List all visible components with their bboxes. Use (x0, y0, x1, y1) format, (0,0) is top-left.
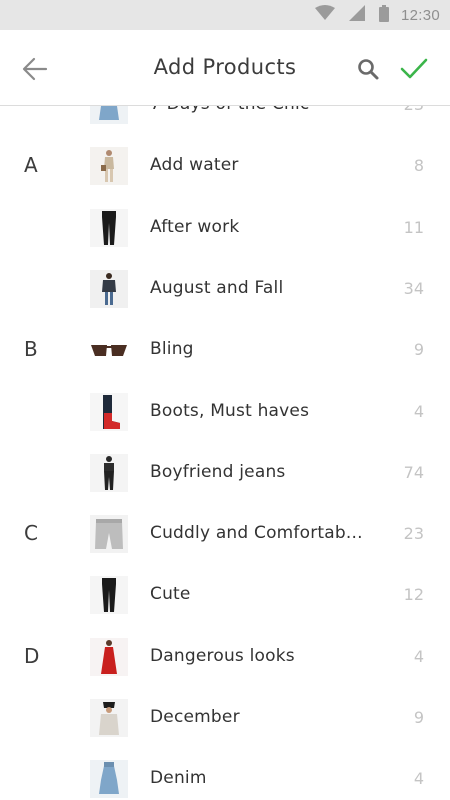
status-time: 12:30 (400, 6, 440, 24)
product-count: 9 (413, 340, 424, 360)
product-count: 8 (413, 156, 424, 176)
product-count: 23 (404, 105, 424, 114)
list-item[interactable]: C Cuddly and Comfortab... 23 (0, 504, 450, 565)
section-letter: A (24, 153, 38, 178)
collection-name: December (150, 707, 240, 727)
product-thumbnail (90, 208, 128, 247)
collection-name: Dangerous looks (150, 645, 295, 666)
signal-icon (348, 5, 365, 25)
list-item[interactable]: B Bling 9 (0, 320, 450, 381)
list-item[interactable]: After work 11 (0, 198, 450, 259)
product-count: 4 (413, 769, 424, 789)
product-count: 34 (403, 278, 424, 298)
product-thumbnail (90, 760, 128, 799)
product-count: 23 (403, 524, 424, 544)
product-thumbnail (90, 637, 128, 676)
list-item[interactable]: August and Fall 34 (0, 259, 450, 320)
product-thumbnail (90, 331, 128, 370)
collection-name: Boots, Must haves (150, 400, 310, 421)
list-item[interactable]: Boots, Must haves 4 (0, 382, 450, 443)
app-bar: Add Products (0, 30, 450, 106)
wifi-icon (314, 5, 335, 25)
status-icons: 12:30 (301, 0, 440, 30)
product-count: 74 (403, 462, 424, 482)
confirm-button[interactable] (398, 54, 430, 84)
product-count: 4 (413, 401, 424, 421)
list-item[interactable]: 7 Days of the Chic 23 (0, 105, 450, 136)
collection-name: Denim (150, 768, 207, 789)
product-thumbnail (90, 699, 128, 737)
product-thumbnail (90, 392, 128, 431)
collection-name: After work (150, 216, 240, 237)
product-thumbnail (90, 269, 128, 308)
section-letter: C (24, 521, 38, 546)
status-bar: 12:30 (0, 0, 450, 30)
section-letter: B (24, 337, 38, 362)
list-item[interactable]: Denim 4 (0, 749, 450, 800)
section-letter: D (24, 643, 40, 668)
list-item[interactable]: Boyfriend jeans 74 (0, 443, 450, 504)
collection-name: 7 Days of the Chic (150, 105, 309, 114)
collection-list[interactable]: 7 Days of the Chic 23 A Add water 8 After wor… (0, 105, 450, 800)
product-thumbnail (90, 576, 128, 615)
collection-name: Bling (150, 339, 194, 360)
battery-icon (378, 4, 389, 26)
search-button[interactable] (356, 57, 382, 83)
list-item[interactable]: D Dangerous looks 4 (0, 627, 450, 688)
product-thumbnail (90, 453, 128, 492)
product-count: 9 (413, 708, 424, 727)
collection-name: Boyfriend jeans (150, 461, 286, 482)
collection-name: Cute (150, 584, 191, 605)
product-count: 12 (403, 585, 424, 605)
collection-name: Cuddly and Comfortab... (150, 523, 363, 544)
list-item[interactable]: December 9 (0, 688, 450, 749)
list-item[interactable]: A Add water 8 (0, 136, 450, 197)
product-thumbnail (90, 147, 128, 186)
product-count: 4 (413, 646, 424, 666)
collection-name: Add water (150, 155, 239, 176)
product-thumbnail (90, 105, 128, 124)
product-thumbnail (90, 515, 128, 554)
search-icon (358, 59, 379, 80)
list-item[interactable]: Cute 12 (0, 565, 450, 626)
product-count: 11 (403, 217, 424, 237)
check-icon (400, 58, 428, 79)
collection-name: August and Fall (150, 277, 284, 298)
page-title: Add Products (153, 55, 297, 79)
